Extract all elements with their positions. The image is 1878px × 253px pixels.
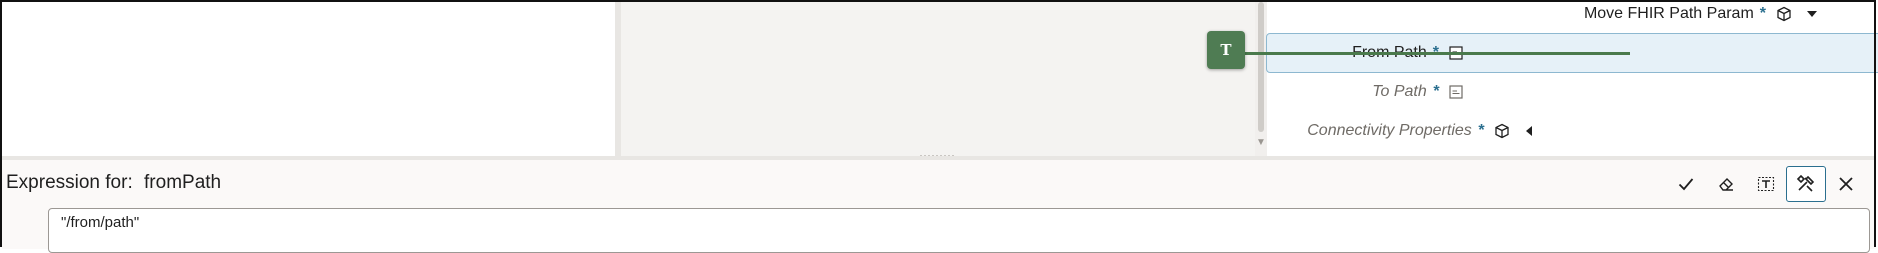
text-field-icon — [1449, 85, 1463, 99]
node-label: Connectivity Properties — [1307, 122, 1472, 139]
caret-left-icon[interactable] — [1524, 125, 1534, 137]
expression-label-prefix: Expression for: — [6, 172, 133, 193]
close-icon[interactable] — [1826, 166, 1866, 202]
required-marker: * — [1477, 122, 1484, 139]
mapping-canvas-pane — [621, 2, 1255, 156]
tree-node-move-fhir-path-param[interactable]: Move FHIR Path Param * — [1584, 0, 1818, 28]
tools-icon[interactable] — [1786, 166, 1826, 202]
required-marker: * — [1759, 5, 1766, 22]
required-marker: * — [1432, 83, 1439, 100]
caret-down-icon[interactable] — [1806, 9, 1818, 19]
scrollbar-thumb[interactable] — [1258, 2, 1264, 132]
source-pane — [2, 2, 615, 156]
cube-icon — [1494, 123, 1510, 139]
expression-toolbar — [1666, 166, 1866, 202]
check-icon[interactable] — [1666, 166, 1706, 202]
expression-title: Expression for: fromPath — [6, 172, 221, 194]
scroll-down-arrow-icon[interactable]: ▼ — [1256, 138, 1266, 148]
expression-field-name: fromPath — [144, 172, 222, 193]
cube-icon — [1776, 6, 1792, 22]
expression-editor-panel: Expression for: fromPath "/from/path" — [2, 160, 1876, 253]
tree-node-to-path[interactable]: To Path * — [1372, 78, 1463, 106]
tree-node-connectivity-properties[interactable]: Connectivity Properties * — [1307, 117, 1534, 145]
text-function-badge[interactable]: T — [1207, 31, 1245, 69]
node-label: Move FHIR Path Param — [1583, 5, 1754, 22]
text-select-icon[interactable] — [1746, 166, 1786, 202]
node-label: To Path — [1372, 83, 1427, 100]
canvas-scrollbar[interactable]: ▼ — [1255, 2, 1267, 156]
expression-value[interactable]: "/from/path" — [61, 214, 139, 231]
expression-input[interactable]: "/from/path" — [48, 208, 1870, 253]
mapping-connector-line — [1244, 52, 1630, 55]
eraser-icon[interactable] — [1706, 166, 1746, 202]
